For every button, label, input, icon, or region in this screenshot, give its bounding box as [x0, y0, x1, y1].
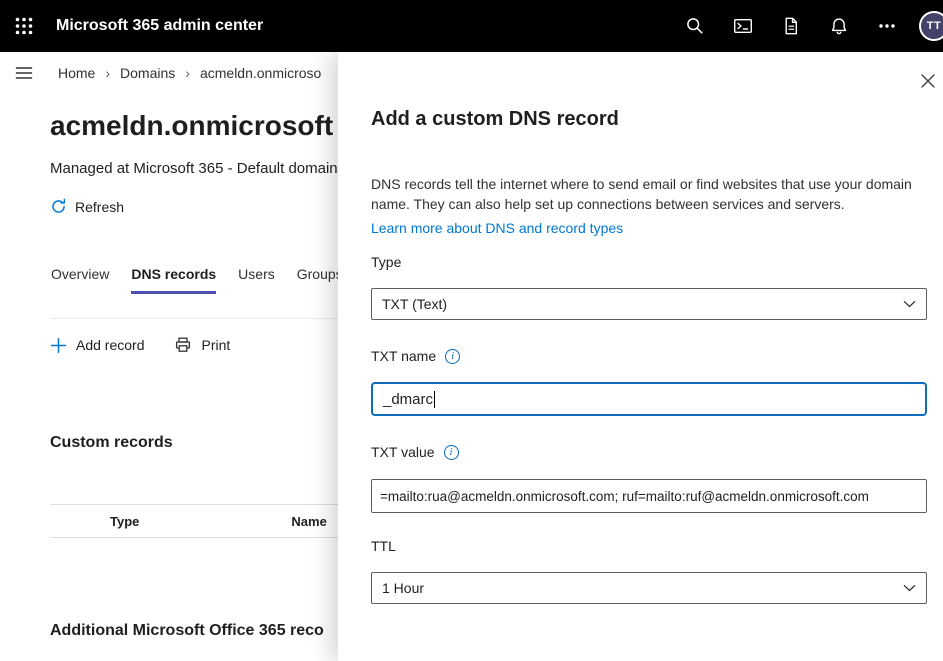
more-options-button[interactable] [863, 0, 911, 52]
nav-menu-button[interactable] [0, 52, 48, 94]
txt-value-input-value: =mailto:rua@acmeldn.onmicrosoft.com; ruf… [380, 488, 869, 504]
chevron-down-icon [903, 584, 916, 592]
waffle-icon [15, 17, 33, 35]
document-icon [785, 17, 797, 35]
tab-bar: Overview DNS records Users Groups [51, 266, 343, 294]
bell-icon [831, 18, 847, 35]
breadcrumb-domains[interactable]: Domains [120, 65, 175, 81]
top-bar: Microsoft 365 admin center TT [0, 0, 943, 52]
column-header-name[interactable]: Name [291, 514, 326, 529]
column-header-type[interactable]: Type [110, 514, 139, 529]
terminal-icon [734, 19, 753, 34]
txt-name-input-value: _dmarc [383, 390, 434, 408]
tab-dns-records[interactable]: DNS records [131, 266, 217, 294]
notifications-button[interactable] [815, 0, 863, 52]
info-icon[interactable]: i [445, 348, 461, 364]
panel-title: Add a custom DNS record [371, 108, 619, 130]
app-title: Microsoft 365 admin center [56, 17, 264, 34]
ellipsis-icon [879, 24, 895, 28]
breadcrumb: Home › Domains › acmeldn.onmicroso [58, 65, 321, 81]
panel-close-button[interactable] [915, 68, 941, 94]
txt-name-label: TXT name [371, 348, 437, 364]
breadcrumb-current: acmeldn.onmicroso [199, 65, 322, 81]
txt-value-label: TXT value [371, 444, 435, 460]
ttl-select-value: 1 Hour [382, 580, 425, 596]
print-label: Print [201, 337, 231, 353]
ttl-field-label: TTL [371, 538, 396, 554]
breadcrumb-separator: › [185, 65, 190, 81]
plus-icon [50, 337, 67, 353]
tab-users[interactable]: Users [238, 266, 275, 294]
document-button[interactable] [767, 0, 815, 52]
command-bar: Add record Print [50, 336, 230, 354]
txt-value-input[interactable]: =mailto:rua@acmeldn.onmicrosoft.com; ruf… [371, 479, 927, 513]
tab-groups[interactable]: Groups [297, 266, 343, 294]
chevron-down-icon [903, 300, 916, 308]
printer-icon [176, 337, 191, 352]
tab-overview[interactable]: Overview [51, 266, 109, 294]
panel-description: DNS records tell the internet where to s… [371, 176, 912, 212]
add-record-button[interactable]: Add record [50, 337, 144, 354]
avatar: TT [919, 11, 943, 41]
screen: Microsoft 365 admin center TT Home › Dom… [0, 0, 943, 661]
refresh-label: Refresh [75, 198, 125, 215]
txt-value-field-label: TXT value i [371, 444, 459, 460]
hamburger-icon [15, 67, 33, 79]
learn-more-link[interactable]: Learn more about DNS and record types [371, 220, 623, 236]
txt-name-input[interactable]: _dmarc [371, 382, 927, 416]
breadcrumb-home[interactable]: Home [58, 65, 95, 81]
type-select-value: TXT (Text) [382, 296, 448, 312]
ttl-label: TTL [371, 538, 396, 554]
page-title: acmeldn.onmicrosoft [50, 110, 334, 141]
info-icon[interactable]: i [443, 444, 459, 460]
breadcrumb-separator: › [105, 65, 111, 81]
terminal-button[interactable] [719, 0, 767, 52]
app-launcher-button[interactable] [0, 0, 48, 52]
refresh-button[interactable]: Refresh [50, 198, 124, 215]
add-dns-record-panel: Add a custom DNS record DNS records tell… [338, 52, 943, 661]
text-cursor [434, 390, 436, 408]
type-label: Type [371, 254, 402, 270]
close-icon [921, 74, 935, 88]
ttl-select[interactable]: 1 Hour [371, 572, 927, 604]
txt-name-field-label: TXT name i [371, 348, 461, 364]
page-subtitle: Managed at Microsoft 365 - Default domai… [50, 160, 342, 177]
print-button[interactable]: Print [174, 336, 230, 354]
type-field-label: Type [371, 254, 401, 270]
search-button[interactable] [671, 0, 719, 52]
additional-records-heading: Additional Microsoft Office 365 reco [50, 622, 324, 639]
search-icon [687, 18, 703, 34]
type-select[interactable]: TXT (Text) [371, 288, 927, 320]
custom-records-heading: Custom records [50, 434, 173, 451]
account-button[interactable]: TT [911, 0, 943, 52]
refresh-icon [52, 198, 66, 213]
add-record-label: Add record [76, 337, 145, 353]
